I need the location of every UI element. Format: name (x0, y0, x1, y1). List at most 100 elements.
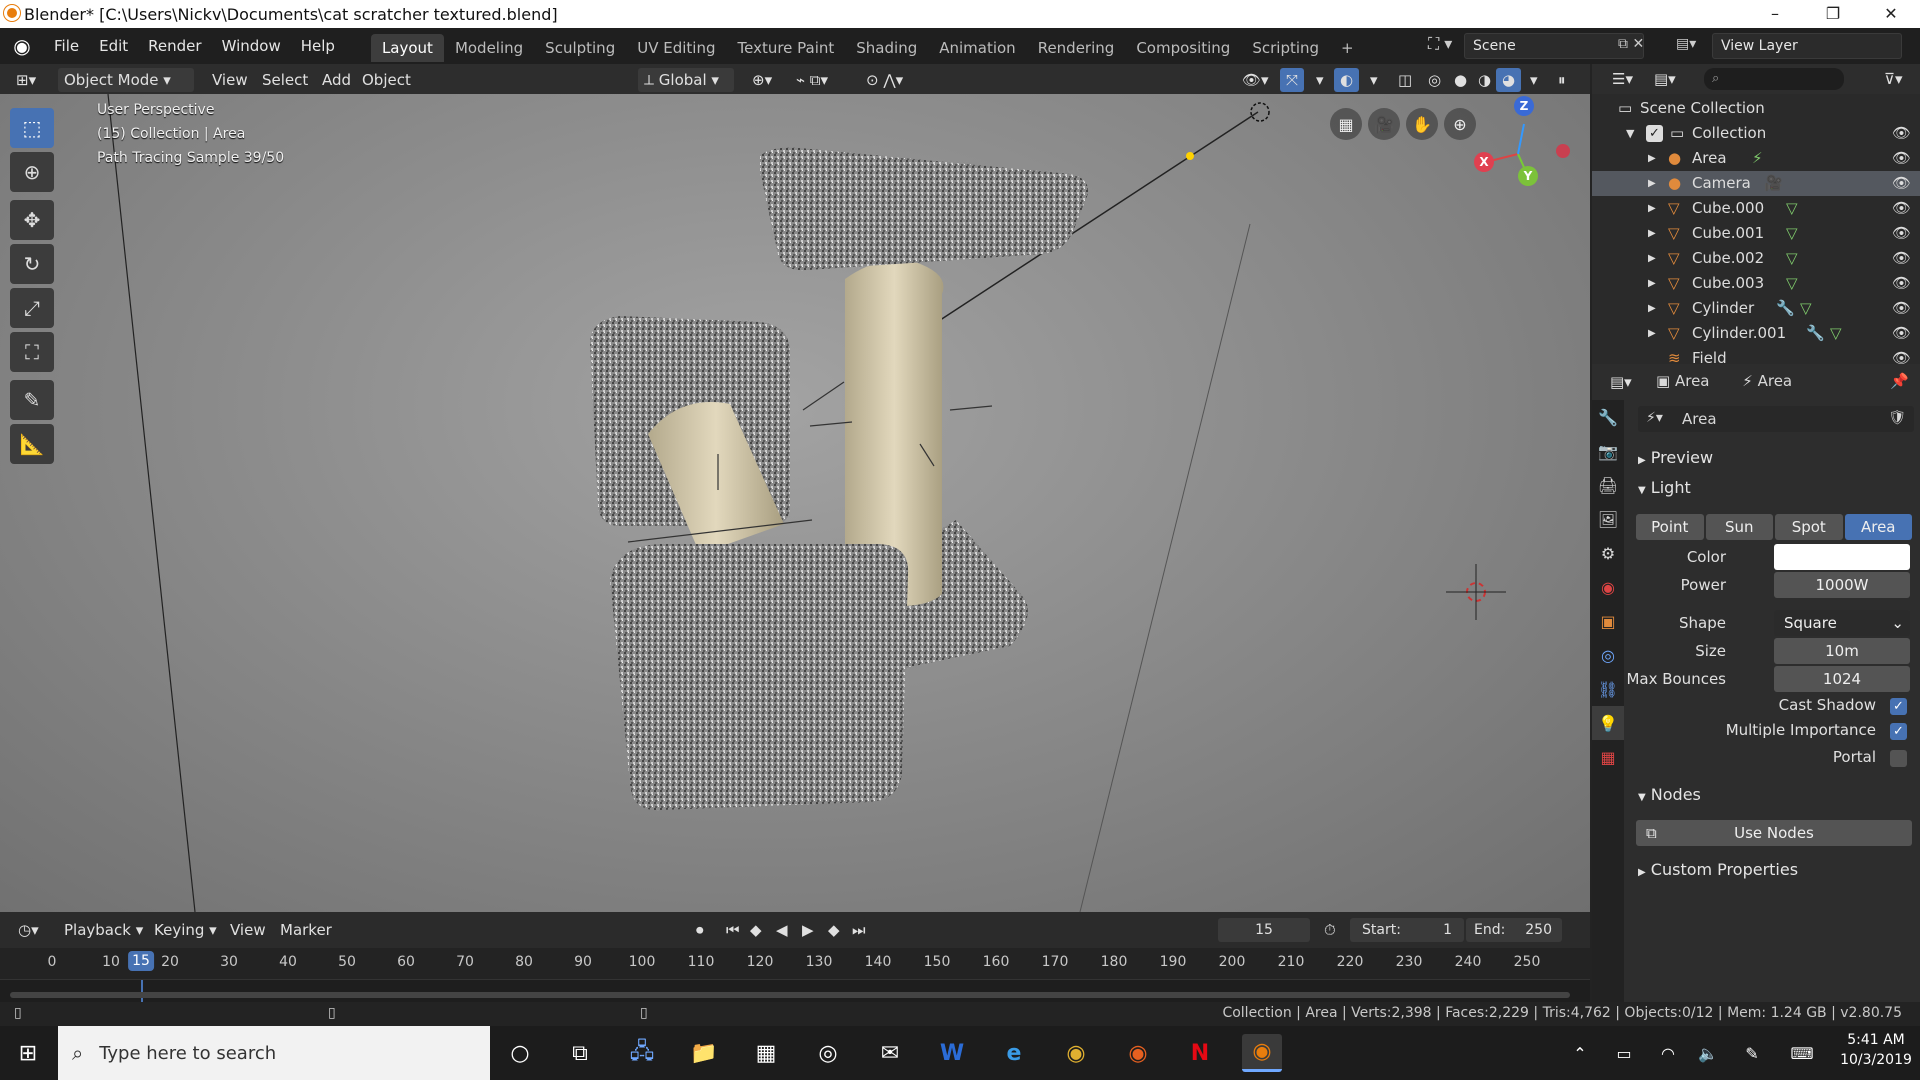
solid-shading-icon[interactable]: ● (1448, 68, 1473, 92)
edge-icon[interactable]: e (994, 1034, 1034, 1072)
outliner-item-cube-001[interactable]: ▶ ▽ Cube.001 ▽ 👁 (1592, 221, 1920, 246)
expand-arrow-icon[interactable]: ▶ (1648, 171, 1656, 196)
tab-layout[interactable]: Layout (370, 34, 444, 62)
xray-icon[interactable]: ◫ (1392, 68, 1418, 92)
menu-object[interactable]: Object (356, 68, 417, 92)
close-button[interactable]: ✕ (1862, 0, 1920, 28)
scene-field[interactable]: Scene (1464, 33, 1644, 59)
zoom-icon[interactable]: ⊕ (1444, 108, 1476, 140)
use-nodes-button[interactable]: ⧉ Use Nodes (1636, 820, 1912, 846)
expand-arrow-icon[interactable]: ▶ (1648, 196, 1656, 221)
eye-icon[interactable]: 👁 (1892, 146, 1911, 171)
outliner-editor-icon[interactable]: ☰▾ (1606, 67, 1639, 91)
minimize-button[interactable]: – (1746, 0, 1804, 28)
gizmo-z-axis[interactable]: Z (1514, 96, 1534, 116)
collection-checkbox[interactable]: ✓ (1646, 125, 1663, 142)
collection-row[interactable]: ▼ ✓ ▭ Collection 👁 (1592, 121, 1920, 146)
word-icon[interactable]: W (932, 1034, 972, 1072)
texture-tab-icon[interactable]: ▦ (1592, 740, 1624, 774)
media-app-icon[interactable]: ◎ (808, 1034, 848, 1072)
menu-help[interactable]: Help (291, 28, 345, 64)
tab-texture-paint[interactable]: Texture Paint (726, 34, 845, 62)
outliner-item-cylinder-001[interactable]: ▶ ▽ Cylinder.001 🔧 ▽ 👁 (1592, 321, 1920, 346)
annotate-tool[interactable]: ✎ (10, 380, 54, 420)
rotate-tool[interactable]: ↻ (10, 244, 54, 284)
next-keyframe-icon[interactable]: ◆ (822, 918, 846, 942)
mode-dropdown[interactable]: Object Mode ▾ (58, 68, 194, 92)
eye-icon[interactable]: 👁 (1892, 221, 1911, 246)
clock[interactable]: 5:41 AM 10/3/2019 (1836, 1032, 1916, 1068)
outliner-item-cube-003[interactable]: ▶ ▽ Cube.003 ▽ 👁 (1592, 271, 1920, 296)
pin-icon[interactable]: 📌 (1890, 372, 1909, 390)
shape-dropdown[interactable]: Square ⌄ (1774, 610, 1910, 636)
light-type-sun[interactable]: Sun (1705, 514, 1773, 540)
menu-timeline-view[interactable]: View (224, 918, 272, 942)
rendered-shading-icon[interactable]: ◕ (1496, 68, 1522, 92)
filter-icon[interactable]: ⊽▾ (1878, 67, 1909, 91)
color-swatch[interactable] (1774, 544, 1910, 570)
gizmo-y-axis[interactable]: Y (1518, 166, 1538, 186)
3d-viewport[interactable]: User Perspective (15) Collection | Area … (0, 94, 1590, 912)
max-bounces-field[interactable]: 1024 (1774, 666, 1910, 692)
blender-menu-icon[interactable]: ◉ (0, 34, 44, 58)
mail-icon[interactable]: ✉ (870, 1034, 910, 1072)
shading-dropdown-icon[interactable]: ▾ (1524, 68, 1544, 92)
eye-icon[interactable]: 👁 (1892, 346, 1911, 364)
add-workspace-button[interactable]: + (1330, 34, 1365, 62)
multiple-importance-checkbox[interactable]: ✓ (1890, 723, 1907, 740)
editor-type-icon[interactable]: ⊞▾ (10, 68, 42, 92)
overlay-toggle-icon[interactable]: ◐ (1334, 68, 1360, 92)
scene-selector-icon[interactable]: ⛶ ▾ (1428, 34, 1452, 54)
netflix-icon[interactable]: N (1180, 1034, 1220, 1072)
gizmo-toggle-icon[interactable]: ⤧ (1280, 68, 1305, 92)
blender-taskbar-icon[interactable]: ◉ (1242, 1034, 1282, 1072)
chrome-icon[interactable]: ◉ (1056, 1034, 1096, 1072)
cortana-icon[interactable]: ○ (500, 1034, 540, 1072)
playhead-frame[interactable]: 15 (128, 951, 154, 971)
eye-icon[interactable]: 👁 (1892, 196, 1911, 221)
calculator-icon[interactable]: ▦ (746, 1034, 786, 1072)
outliner-item-cube-000[interactable]: ▶ ▽ Cube.000 ▽ 👁 (1592, 196, 1920, 221)
gizmo-neg-x-axis[interactable] (1556, 144, 1570, 158)
panel-nodes[interactable]: ▼ Nodes (1638, 785, 1701, 804)
end-frame-field[interactable]: End: 250 (1466, 918, 1562, 942)
properties-editor-icon[interactable]: ▤▾ (1604, 370, 1638, 394)
light-type-spot[interactable]: Spot (1775, 514, 1843, 540)
view-layer-icon[interactable]: ▤▾ (1676, 36, 1696, 52)
menu-edit[interactable]: Edit (89, 28, 138, 64)
tab-shading[interactable]: Shading (845, 34, 928, 62)
scene-collection-row[interactable]: ▭ Scene Collection (1592, 96, 1920, 121)
datablock-selector[interactable]: ⚡▾ Area 🛡 (1638, 406, 1914, 432)
expand-arrow-icon[interactable]: ▶ (1648, 146, 1656, 171)
output-tab-icon[interactable]: 🖨 (1592, 468, 1624, 502)
eye-icon[interactable]: 👁 (1892, 296, 1911, 321)
file-explorer-icon[interactable]: 📁 (684, 1034, 724, 1072)
expand-arrow-icon[interactable]: ▶ (1648, 221, 1656, 246)
visibility-icon[interactable]: 👁▾ (1236, 68, 1275, 92)
cast-shadow-checkbox[interactable]: ✓ (1890, 698, 1907, 715)
proportional-edit-icon[interactable]: ⊙ ⋀▾ (860, 68, 909, 92)
grid-view-icon[interactable]: ▦ (1330, 108, 1362, 140)
firefox-icon[interactable]: ◉ (1118, 1034, 1158, 1072)
battery-icon[interactable]: ▭ (1612, 1034, 1636, 1072)
scene-tab-icon[interactable]: ⚙ (1592, 536, 1624, 570)
tab-uv-editing[interactable]: UV Editing (626, 34, 726, 62)
light-data-tab-icon[interactable]: 💡 (1592, 706, 1624, 740)
wireframe-shading-icon[interactable]: ◎ (1422, 68, 1447, 92)
expand-arrow-icon[interactable]: ▶ (1648, 271, 1656, 296)
light-type-area[interactable]: Area (1844, 514, 1912, 540)
volume-icon[interactable]: 🔈 (1696, 1034, 1720, 1072)
view-layer-field[interactable]: View Layer (1712, 33, 1902, 59)
eye-icon[interactable]: 👁 (1892, 321, 1911, 346)
move-tool[interactable]: ✥ (10, 200, 54, 240)
tab-rendering[interactable]: Rendering (1027, 34, 1126, 62)
timeline-ruler[interactable]: 0 10 15 20 30 40 50 60 70 80 90 100 110 … (0, 948, 1590, 980)
wifi-icon[interactable]: ◠ (1656, 1034, 1680, 1072)
tab-animation[interactable]: Animation (928, 34, 1026, 62)
stopwatch-icon[interactable]: ⏱ (1318, 918, 1342, 942)
menu-view[interactable]: View (206, 68, 254, 92)
network-app-icon[interactable]: 🖧 (622, 1034, 662, 1072)
scale-tool[interactable]: ⤢ (10, 288, 54, 328)
world-tab-icon[interactable]: ◉ (1592, 570, 1624, 604)
menu-render[interactable]: Render (138, 28, 211, 64)
